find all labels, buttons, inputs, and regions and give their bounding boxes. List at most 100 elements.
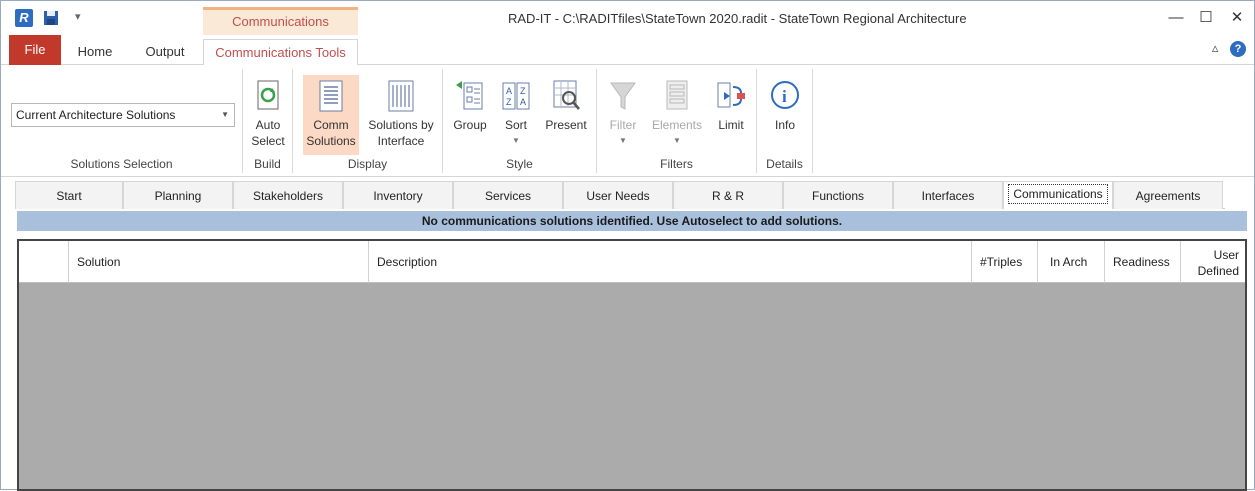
solutions-by-interface-label-1: Solutions by <box>368 118 434 132</box>
chevron-down-icon: ▼ <box>221 110 229 119</box>
group-filters: Filter ▼ Elements ▼ Limit Filters <box>597 69 757 173</box>
svg-text:Z: Z <box>520 86 526 96</box>
group-label: Solutions Selection <box>70 157 173 171</box>
tab-output[interactable]: Output <box>131 39 199 65</box>
tab-inventory[interactable]: Inventory <box>343 181 453 209</box>
tab-communications-tools[interactable]: Communications Tools <box>203 39 358 66</box>
solutions-by-interface-button[interactable]: Solutions by Interface <box>363 75 439 149</box>
group-button[interactable]: Group <box>449 75 491 133</box>
tab-home[interactable]: Home <box>71 39 119 65</box>
column-header-triples[interactable]: #Triples <box>972 241 1038 283</box>
save-icon[interactable] <box>43 10 59 26</box>
tab-planning[interactable]: Planning <box>123 181 233 209</box>
column-label: Readiness <box>1113 255 1170 269</box>
status-message-bar: No communications solutions identified. … <box>17 211 1247 231</box>
tab-start[interactable]: Start <box>15 181 123 209</box>
solutions-selection-combo[interactable]: Current Architecture Solutions ▼ <box>11 103 235 127</box>
tab-services[interactable]: Services <box>453 181 563 209</box>
group-style: Group AZZA Sort ▼ Present Style <box>443 69 597 173</box>
sort-az-icon: AZZA <box>500 79 532 113</box>
svg-text:Z: Z <box>506 97 512 107</box>
refresh-document-icon <box>252 79 284 113</box>
tab-interfaces[interactable]: Interfaces <box>893 181 1003 209</box>
elements-list-icon <box>661 79 693 113</box>
elements-button[interactable]: Elements ▼ <box>647 75 707 149</box>
collapse-ribbon-icon[interactable]: ▵ <box>1212 40 1219 55</box>
chevron-down-icon: ▼ <box>673 136 681 145</box>
help-icon[interactable]: ? <box>1230 41 1246 57</box>
column-header-user-defined[interactable]: User Defined <box>1181 241 1245 283</box>
funnel-icon <box>607 79 639 113</box>
customize-toolbar-icon[interactable]: ▾ <box>75 10 81 23</box>
limit-label: Limit <box>718 118 744 132</box>
ribbon-help-area: ▵ ? <box>1212 40 1246 57</box>
auto-select-button[interactable]: Auto Select <box>247 75 289 149</box>
tab-user-needs[interactable]: User Needs <box>563 181 673 209</box>
columns-document-icon <box>385 79 417 113</box>
row-selector-header <box>19 241 69 283</box>
column-label: In Arch <box>1050 255 1088 269</box>
workflow-tabs: Start Planning Stakeholders Inventory Se… <box>15 181 1225 209</box>
present-label: Present <box>545 118 587 132</box>
filter-label: Filter <box>609 118 637 132</box>
column-label: Solution <box>77 255 121 269</box>
context-tab-header: Communications <box>203 7 358 35</box>
column-label-line-2: Defined <box>1197 264 1239 278</box>
svg-text:A: A <box>520 97 526 107</box>
elements-label: Elements <box>651 118 703 132</box>
solutions-grid[interactable]: Solution Description #Triples In Arch Re… <box>17 239 1247 491</box>
tab-functions[interactable]: Functions <box>783 181 893 209</box>
comm-solutions-button[interactable]: Comm Solutions <box>303 75 359 155</box>
title-bar: R ▾ Communications RAD-IT - C:\RADITfile… <box>1 1 1254 35</box>
magnify-grid-icon <box>550 79 582 113</box>
solutions-by-interface-label-2: Interface <box>377 134 425 148</box>
close-button[interactable]: ✕ <box>1222 7 1252 29</box>
window-title: RAD-IT - C:\RADITfiles\StateTown 2020.ra… <box>508 11 967 26</box>
minimize-button[interactable]: — <box>1161 7 1191 29</box>
sort-label: Sort <box>504 118 527 132</box>
group-label: Build <box>254 157 281 171</box>
column-header-description[interactable]: Description <box>369 241 972 283</box>
tab-r-and-r[interactable]: R & R <box>673 181 783 209</box>
group-details: i Info Details <box>757 69 813 173</box>
maximize-button[interactable]: ☐ <box>1191 7 1221 29</box>
comm-solutions-label-1: Comm <box>313 118 349 132</box>
ribbon-tab-bar: File Home Output Communications Tools ▵ … <box>1 35 1254 66</box>
list-document-icon <box>315 79 347 113</box>
tab-agreements[interactable]: Agreements <box>1113 181 1223 209</box>
app-window: R ▾ Communications RAD-IT - C:\RADITfile… <box>0 0 1255 491</box>
comm-solutions-label-2: Solutions <box>306 134 356 148</box>
filter-button[interactable]: Filter ▼ <box>603 75 643 149</box>
group-build: Auto Select Build <box>243 69 293 173</box>
limit-arrows-icon <box>715 79 747 113</box>
group-label-text: Group <box>453 118 487 132</box>
column-header-solution[interactable]: Solution <box>69 241 369 283</box>
column-label: User Defined <box>1198 247 1239 279</box>
group-tree-icon <box>454 79 486 113</box>
tab-communications-label: Communications <box>1008 184 1108 204</box>
auto-select-label-1: Auto <box>255 118 281 132</box>
group-solutions-selection: Current Architecture Solutions ▼ Solutio… <box>1 69 243 173</box>
limit-button[interactable]: Limit <box>711 75 751 133</box>
column-label-line-1: User <box>1213 248 1239 262</box>
column-header-readiness[interactable]: Readiness <box>1105 241 1181 283</box>
tab-communications[interactable]: Communications <box>1003 181 1113 209</box>
column-header-in-arch[interactable]: In Arch <box>1038 241 1105 283</box>
grid-header: Solution Description #Triples In Arch Re… <box>19 241 1245 283</box>
info-button[interactable]: i Info <box>765 75 805 133</box>
info-icon: i <box>769 79 801 113</box>
app-logo-icon: R <box>15 9 33 27</box>
group-label: Style <box>506 157 533 171</box>
present-button[interactable]: Present <box>541 75 591 133</box>
ribbon: Current Architecture Solutions ▼ Solutio… <box>1 65 1254 177</box>
group-label: Filters <box>660 157 693 171</box>
column-label: Description <box>377 255 438 269</box>
tab-file[interactable]: File <box>9 35 61 65</box>
column-label: #Triples <box>980 255 1023 269</box>
info-label: Info <box>774 118 795 132</box>
auto-select-label-2: Select <box>251 134 285 148</box>
tab-stakeholders[interactable]: Stakeholders <box>233 181 343 209</box>
group-label: Display <box>347 157 388 171</box>
sort-button[interactable]: AZZA Sort ▼ <box>495 75 537 149</box>
chevron-down-icon: ▼ <box>512 136 520 145</box>
